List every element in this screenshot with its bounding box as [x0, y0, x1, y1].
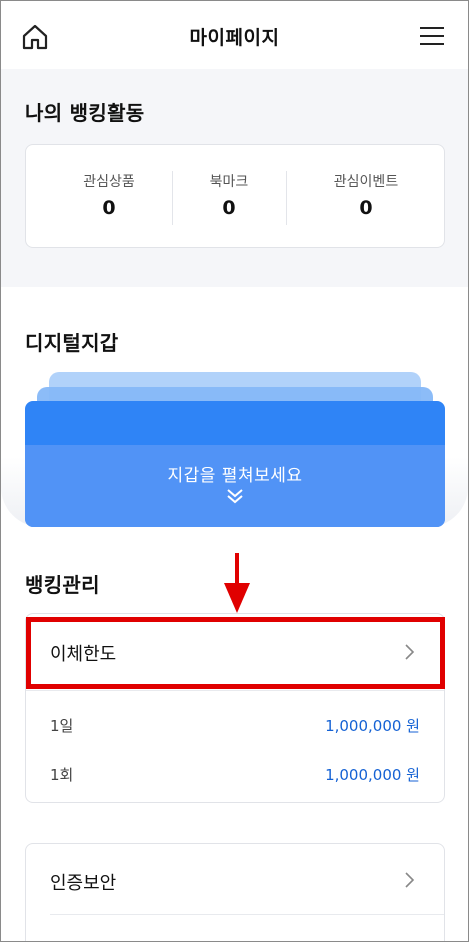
stat-interested-events[interactable]: 관심이벤트 0: [286, 145, 446, 247]
stat-label: 관심이벤트: [333, 174, 399, 190]
limit-row-value: 1,000,000 원: [325, 717, 420, 735]
banking-management-title: 뱅킹관리: [25, 573, 100, 597]
mypage-screen: 마이페이지 나의 뱅킹활동 관심상품 0 북마크 0 관심이벤트 0 디지털지갑…: [0, 0, 469, 942]
stat-interested-products[interactable]: 관심상품 0: [26, 145, 192, 247]
banking-activity-section: 나의 뱅킹활동 관심상품 0 북마크 0 관심이벤트 0: [1, 69, 468, 287]
transfer-limit-label: 이체한도: [50, 644, 117, 665]
page-title: 마이페이지: [189, 27, 280, 49]
limit-row-daily: 1일 1,000,000 원: [50, 715, 420, 739]
limit-row-label: 1일: [50, 717, 74, 735]
hamburger-menu-icon[interactable]: [420, 25, 446, 47]
activity-card: 관심상품 0 북마크 0 관심이벤트 0: [25, 144, 445, 248]
stat-value: 0: [222, 197, 236, 219]
limit-row-value: 1,000,000 원: [325, 766, 420, 784]
red-arrow-down-icon: [224, 553, 250, 613]
divider: [26, 690, 444, 691]
divider: [50, 914, 444, 915]
digital-wallet-title: 디지털지갑: [25, 331, 119, 355]
chevron-right-icon: [405, 872, 415, 888]
wallet-card-band: [25, 445, 445, 527]
limit-row-per-transfer: 1회 1,000,000 원: [50, 764, 420, 788]
stat-value: 0: [359, 197, 373, 219]
auth-security-card: 인증보안: [25, 843, 445, 941]
double-chevron-down-icon: [227, 489, 243, 504]
limit-row-label: 1회: [50, 766, 74, 784]
stat-value: 0: [102, 197, 116, 219]
stat-label: 관심상품: [83, 174, 135, 190]
top-header: 마이페이지: [1, 1, 468, 69]
transfer-limit-card: 이체한도 1일 1,000,000 원 1회 1,000,000 원: [25, 613, 445, 803]
wallet-open-button[interactable]: 지갑을 펼쳐보세요: [25, 401, 445, 527]
stat-bookmarks[interactable]: 북마크 0: [172, 145, 286, 247]
wallet-cta-label: 지갑을 펼쳐보세요: [167, 466, 303, 486]
auth-security-label: 인증보안: [50, 873, 117, 894]
chevron-right-icon: [405, 644, 415, 660]
auth-security-button[interactable]: 인증보안: [26, 844, 444, 914]
transfer-limit-button[interactable]: 이체한도: [26, 614, 444, 690]
stat-label: 북마크: [209, 174, 249, 190]
digital-wallet-section: 디지털지갑 지갑을 펼쳐보세요: [1, 287, 468, 541]
banking-activity-title: 나의 뱅킹활동: [25, 101, 145, 125]
